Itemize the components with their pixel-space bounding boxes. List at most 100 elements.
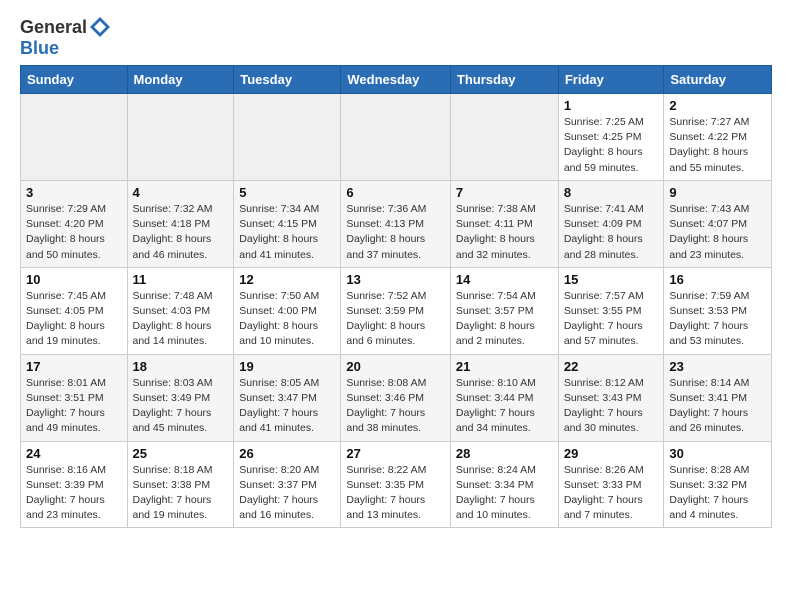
calendar-cell: 27 Sunrise: 8:22 AM Sunset: 3:35 PM Dayli… <box>341 441 451 528</box>
logo-flag-icon <box>89 16 111 38</box>
calendar-cell: 18 Sunrise: 8:03 AM Sunset: 3:49 PM Dayli… <box>127 354 234 441</box>
weekday-header: Thursday <box>450 66 558 94</box>
day-number: 9 <box>669 185 766 200</box>
weekday-header: Tuesday <box>234 66 341 94</box>
day-number: 3 <box>26 185 122 200</box>
calendar-cell: 23 Sunrise: 8:14 AM Sunset: 3:41 PM Dayli… <box>664 354 772 441</box>
day-number: 8 <box>564 185 659 200</box>
calendar-cell: 12 Sunrise: 7:50 AM Sunset: 4:00 PM Dayli… <box>234 267 341 354</box>
day-info: Sunrise: 7:32 AM Sunset: 4:18 PM Dayligh… <box>133 202 229 263</box>
day-number: 23 <box>669 359 766 374</box>
weekday-header: Monday <box>127 66 234 94</box>
day-info: Sunrise: 7:48 AM Sunset: 4:03 PM Dayligh… <box>133 289 229 350</box>
day-info: Sunrise: 7:57 AM Sunset: 3:55 PM Dayligh… <box>564 289 659 350</box>
day-info: Sunrise: 8:26 AM Sunset: 3:33 PM Dayligh… <box>564 463 659 524</box>
calendar-cell: 29 Sunrise: 8:26 AM Sunset: 3:33 PM Dayli… <box>558 441 664 528</box>
calendar-cell: 17 Sunrise: 8:01 AM Sunset: 3:51 PM Dayli… <box>21 354 128 441</box>
day-info: Sunrise: 7:50 AM Sunset: 4:00 PM Dayligh… <box>239 289 335 350</box>
day-info: Sunrise: 7:52 AM Sunset: 3:59 PM Dayligh… <box>346 289 445 350</box>
day-number: 17 <box>26 359 122 374</box>
day-number: 30 <box>669 446 766 461</box>
day-info: Sunrise: 7:43 AM Sunset: 4:07 PM Dayligh… <box>669 202 766 263</box>
calendar-cell: 22 Sunrise: 8:12 AM Sunset: 3:43 PM Dayli… <box>558 354 664 441</box>
calendar-table: SundayMondayTuesdayWednesdayThursdayFrid… <box>20 65 772 528</box>
calendar-cell: 3 Sunrise: 7:29 AM Sunset: 4:20 PM Daylig… <box>21 180 128 267</box>
day-info: Sunrise: 8:08 AM Sunset: 3:46 PM Dayligh… <box>346 376 445 437</box>
day-number: 26 <box>239 446 335 461</box>
day-number: 15 <box>564 272 659 287</box>
day-info: Sunrise: 8:12 AM Sunset: 3:43 PM Dayligh… <box>564 376 659 437</box>
day-number: 24 <box>26 446 122 461</box>
calendar-cell: 8 Sunrise: 7:41 AM Sunset: 4:09 PM Daylig… <box>558 180 664 267</box>
day-number: 27 <box>346 446 445 461</box>
logo-general-text: General <box>20 17 87 38</box>
logo-block: General Blue <box>20 16 111 59</box>
day-number: 6 <box>346 185 445 200</box>
day-info: Sunrise: 7:45 AM Sunset: 4:05 PM Dayligh… <box>26 289 122 350</box>
calendar-cell: 1 Sunrise: 7:25 AM Sunset: 4:25 PM Daylig… <box>558 94 664 181</box>
day-number: 5 <box>239 185 335 200</box>
day-info: Sunrise: 8:10 AM Sunset: 3:44 PM Dayligh… <box>456 376 553 437</box>
calendar-week-row: 17 Sunrise: 8:01 AM Sunset: 3:51 PM Dayli… <box>21 354 772 441</box>
day-number: 7 <box>456 185 553 200</box>
calendar-week-row: 10Sunrise: 7:45 AM Sunset: 4:05 PM Dayli… <box>21 267 772 354</box>
day-number: 20 <box>346 359 445 374</box>
calendar-cell: 25Sunrise: 8:18 AM Sunset: 3:38 PM Dayli… <box>127 441 234 528</box>
page: General Blue SundayMondayTuesdayWednesda… <box>0 0 792 538</box>
day-number: 14 <box>456 272 553 287</box>
calendar-cell: 10Sunrise: 7:45 AM Sunset: 4:05 PM Dayli… <box>21 267 128 354</box>
day-info: Sunrise: 7:34 AM Sunset: 4:15 PM Dayligh… <box>239 202 335 263</box>
calendar-cell <box>21 94 128 181</box>
day-info: Sunrise: 7:29 AM Sunset: 4:20 PM Dayligh… <box>26 202 122 263</box>
day-number: 18 <box>133 359 229 374</box>
calendar-cell: 14 Sunrise: 7:54 AM Sunset: 3:57 PM Dayli… <box>450 267 558 354</box>
calendar-cell <box>234 94 341 181</box>
day-info: Sunrise: 8:01 AM Sunset: 3:51 PM Dayligh… <box>26 376 122 437</box>
logo-area: General Blue <box>20 16 111 59</box>
day-number: 1 <box>564 98 659 113</box>
calendar-cell: 20 Sunrise: 8:08 AM Sunset: 3:46 PM Dayli… <box>341 354 451 441</box>
day-info: Sunrise: 8:22 AM Sunset: 3:35 PM Dayligh… <box>346 463 445 524</box>
day-info: Sunrise: 8:28 AM Sunset: 3:32 PM Dayligh… <box>669 463 766 524</box>
day-number: 2 <box>669 98 766 113</box>
day-number: 13 <box>346 272 445 287</box>
day-info: Sunrise: 8:20 AM Sunset: 3:37 PM Dayligh… <box>239 463 335 524</box>
day-number: 12 <box>239 272 335 287</box>
calendar-cell: 16 Sunrise: 7:59 AM Sunset: 3:53 PM Dayli… <box>664 267 772 354</box>
calendar-cell: 15 Sunrise: 7:57 AM Sunset: 3:55 PM Dayli… <box>558 267 664 354</box>
day-info: Sunrise: 7:27 AM Sunset: 4:22 PM Dayligh… <box>669 115 766 176</box>
day-info: Sunrise: 8:14 AM Sunset: 3:41 PM Dayligh… <box>669 376 766 437</box>
weekday-header: Friday <box>558 66 664 94</box>
calendar-cell: 5 Sunrise: 7:34 AM Sunset: 4:15 PM Daylig… <box>234 180 341 267</box>
calendar-week-row: 24 Sunrise: 8:16 AM Sunset: 3:39 PM Dayli… <box>21 441 772 528</box>
calendar-cell: 24 Sunrise: 8:16 AM Sunset: 3:39 PM Dayli… <box>21 441 128 528</box>
calendar-cell: 21 Sunrise: 8:10 AM Sunset: 3:44 PM Dayli… <box>450 354 558 441</box>
day-number: 16 <box>669 272 766 287</box>
day-number: 22 <box>564 359 659 374</box>
day-info: Sunrise: 7:41 AM Sunset: 4:09 PM Dayligh… <box>564 202 659 263</box>
day-number: 19 <box>239 359 335 374</box>
logo-blue-text: Blue <box>20 38 59 58</box>
header: General Blue <box>20 16 772 59</box>
calendar-week-row: 1 Sunrise: 7:25 AM Sunset: 4:25 PM Daylig… <box>21 94 772 181</box>
day-number: 21 <box>456 359 553 374</box>
weekday-header: Sunday <box>21 66 128 94</box>
day-info: Sunrise: 8:03 AM Sunset: 3:49 PM Dayligh… <box>133 376 229 437</box>
calendar-cell: 13 Sunrise: 7:52 AM Sunset: 3:59 PM Dayli… <box>341 267 451 354</box>
day-number: 29 <box>564 446 659 461</box>
day-info: Sunrise: 7:25 AM Sunset: 4:25 PM Dayligh… <box>564 115 659 176</box>
calendar-cell: 2 Sunrise: 7:27 AM Sunset: 4:22 PM Daylig… <box>664 94 772 181</box>
day-info: Sunrise: 7:54 AM Sunset: 3:57 PM Dayligh… <box>456 289 553 350</box>
day-info: Sunrise: 8:16 AM Sunset: 3:39 PM Dayligh… <box>26 463 122 524</box>
calendar-cell: 6Sunrise: 7:36 AM Sunset: 4:13 PM Daylig… <box>341 180 451 267</box>
day-info: Sunrise: 8:18 AM Sunset: 3:38 PM Dayligh… <box>133 463 229 524</box>
weekday-header: Saturday <box>664 66 772 94</box>
day-info: Sunrise: 7:59 AM Sunset: 3:53 PM Dayligh… <box>669 289 766 350</box>
calendar-cell: 9 Sunrise: 7:43 AM Sunset: 4:07 PM Daylig… <box>664 180 772 267</box>
day-info: Sunrise: 7:38 AM Sunset: 4:11 PM Dayligh… <box>456 202 553 263</box>
calendar-cell: 4Sunrise: 7:32 AM Sunset: 4:18 PM Daylig… <box>127 180 234 267</box>
calendar-cell <box>127 94 234 181</box>
day-number: 11 <box>133 272 229 287</box>
calendar-cell: 28Sunrise: 8:24 AM Sunset: 3:34 PM Dayli… <box>450 441 558 528</box>
calendar-week-row: 3 Sunrise: 7:29 AM Sunset: 4:20 PM Daylig… <box>21 180 772 267</box>
